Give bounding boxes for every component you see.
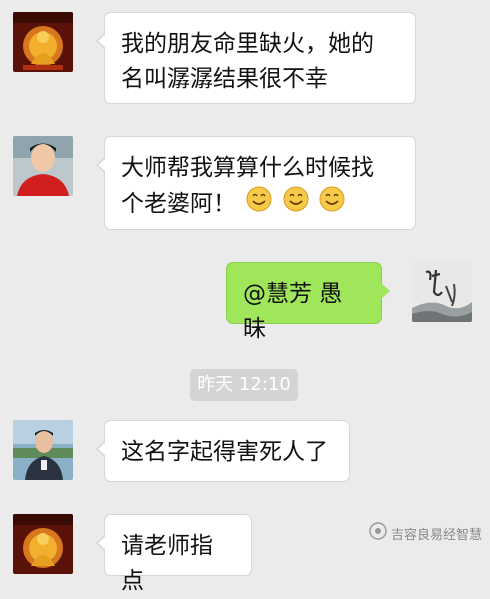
message-text-line: 名叫潺潺结果很不幸 — [121, 66, 328, 92]
wechat-official-icon — [369, 522, 387, 544]
message-text-line: 大师帮我算算什么时候找 — [121, 155, 374, 181]
message-text: 请老师指点 — [121, 533, 213, 594]
man-outdoor-avatar[interactable] — [13, 420, 73, 480]
message-text: @慧芳 愚昧 — [243, 281, 343, 342]
timestamp-label: 昨天 12:10 — [190, 369, 298, 401]
smiling-face-icon — [283, 186, 309, 223]
smiling-face-icon — [246, 186, 272, 223]
message-text: 这名字起得害死人了 — [121, 439, 328, 465]
watermark: 吉容良易经智慧 — [369, 522, 482, 544]
message-bubble[interactable]: 大师帮我算算什么时候找 个老婆阿！ — [96, 136, 416, 230]
watermark-text: 吉容良易经智慧 — [390, 527, 482, 543]
message-text-line: 我的朋友命里缺火，她的 — [121, 31, 374, 57]
buddha-icon — [13, 514, 73, 574]
message-text-line: 个老婆阿！ — [121, 186, 399, 223]
man-red-shirt-avatar[interactable] — [13, 136, 73, 196]
smiling-face-icon — [319, 186, 345, 223]
person-icon — [13, 136, 73, 196]
calligraphy-avatar[interactable] — [412, 262, 472, 322]
message-bubble[interactable]: 这名字起得害死人了 — [96, 420, 350, 482]
message-text-fragment: 个老婆阿！ — [121, 191, 236, 217]
person-icon — [13, 420, 73, 480]
message-bubble[interactable]: @慧芳 愚昧 — [226, 262, 390, 342]
buddha-avatar[interactable] — [13, 12, 73, 72]
message-bubble[interactable]: 请老师指点 — [96, 514, 252, 594]
message-bubble[interactable]: 我的朋友命里缺火，她的 名叫潺潺结果很不幸 — [96, 12, 416, 104]
buddha-icon — [13, 12, 73, 72]
buddha-avatar[interactable] — [13, 514, 73, 574]
calligraphy-icon — [412, 262, 472, 322]
